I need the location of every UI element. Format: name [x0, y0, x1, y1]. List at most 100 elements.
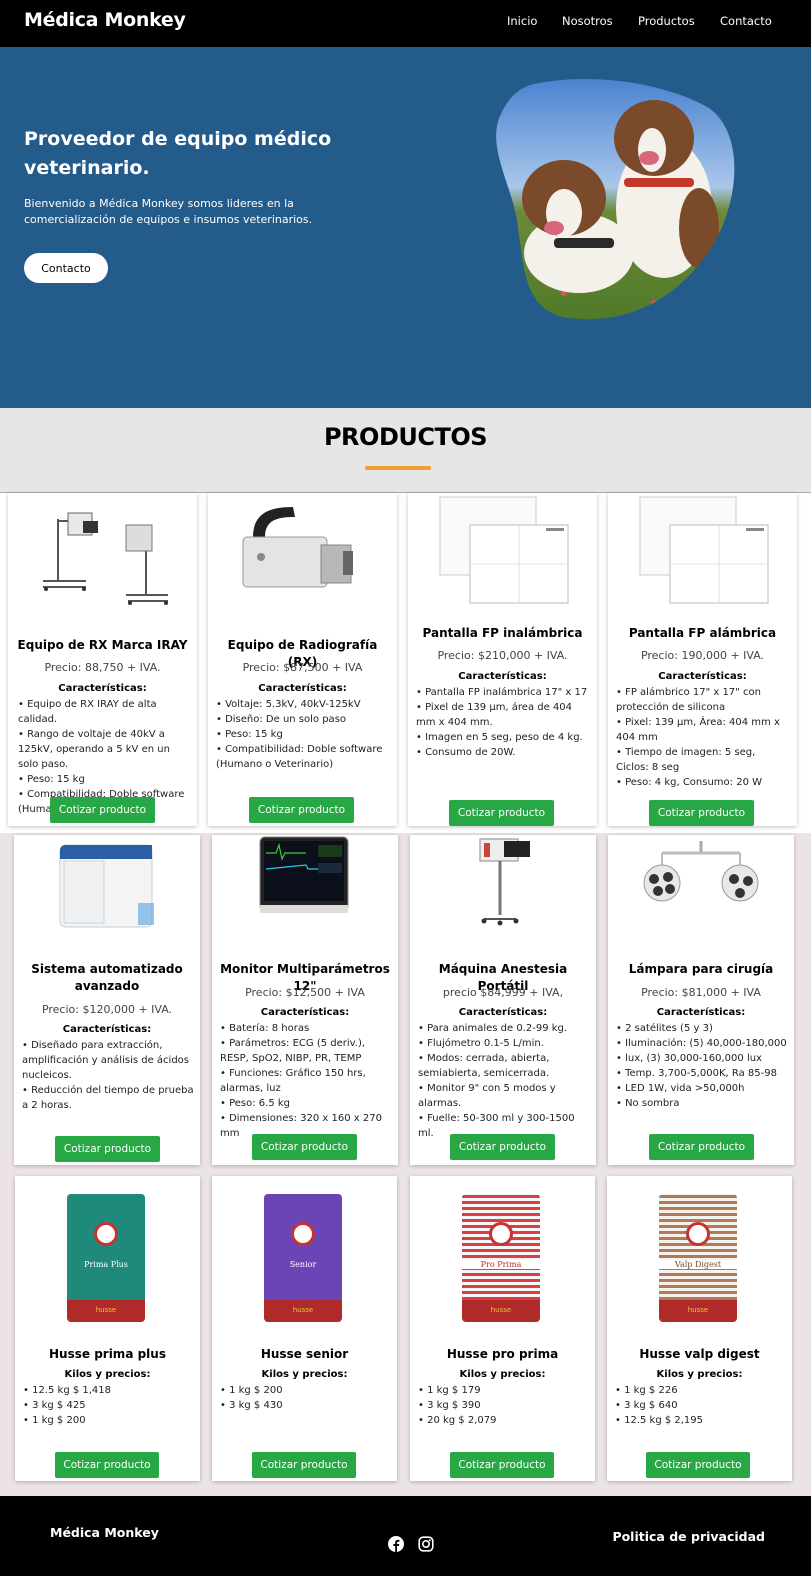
product-card-6: Monitor Multiparámetros 12" Precio: $12,… [212, 835, 398, 1165]
product-card-1: Equipo de RX Marca IRAY Precio: 88,750 +… [8, 493, 197, 826]
nav-inicio[interactable]: Inicio [507, 14, 537, 28]
facebook-icon[interactable] [388, 1536, 404, 1552]
quote-button[interactable]: Cotizar producto [450, 1452, 554, 1478]
product-card-12: Valp Digest husse Husse valp digest Kilo… [607, 1176, 792, 1481]
nav-productos[interactable]: Productos [638, 14, 695, 28]
prices-heading: Kilos y precios: [64, 1369, 151, 1380]
quote-button[interactable]: Cotizar producto [55, 1452, 159, 1478]
product-price: Precio: $12,500 + IVA [245, 986, 365, 999]
quote-button[interactable]: Cotizar producto [50, 797, 155, 823]
feature-item: Parámetros: ECG (5 deriv.), RESP, SpO2, … [220, 1036, 392, 1066]
quote-button[interactable]: Cotizar producto [450, 1134, 555, 1160]
product-price: Precio: 190,000 + IVA. [640, 649, 765, 662]
dog-food-bag-image: Valp Digest husse [655, 1190, 741, 1328]
features-heading: Características: [658, 671, 747, 682]
product-title: Pantalla FP inalámbrica [422, 626, 583, 640]
product-price: Precio: $120,000 + IVA. [41, 1003, 173, 1016]
feature-item: LED 1W, vida >50,000h [616, 1081, 788, 1096]
quote-button[interactable]: Cotizar producto [252, 1452, 356, 1478]
dog-food-bag-image: Pro Prima husse [458, 1190, 544, 1328]
bag-body [659, 1194, 737, 1312]
bag-label: Senior [289, 1260, 317, 1269]
feature-item: Diseñado para extracción, amplificación … [22, 1038, 194, 1083]
prices-list: 12.5 kg $ 1,418 3 kg $ 425 1 kg $ 200 [23, 1383, 194, 1428]
prices-list: 1 kg $ 179 3 kg $ 390 20 kg $ 2,079 [418, 1383, 589, 1428]
product-card-8: Lámpara para cirugía Precio: $81,000 + I… [608, 835, 794, 1165]
bag-label: Prima Plus [84, 1260, 128, 1269]
product-price: Precio: $81,000 + IVA [641, 986, 761, 999]
features-list: Voltaje: 5.3kV, 40kV-125kV Diseño: De un… [216, 697, 391, 772]
flat-panel-image [439, 496, 569, 604]
feature-item: Compatibilidad: Doble software (Humano o… [216, 742, 391, 772]
hero-dogs-image [496, 78, 735, 320]
xray-stand-image [43, 512, 168, 605]
footer: Médica Monkey Politica de privacidad [0, 1496, 811, 1576]
product-card-9: Prima Plus husse Husse prima plus Kilos … [15, 1176, 200, 1481]
product-title: Lámpara para cirugía [628, 962, 774, 976]
bag-brand: husse [687, 1306, 709, 1314]
quote-button[interactable]: Cotizar producto [252, 1134, 357, 1160]
quote-button[interactable]: Cotizar producto [249, 797, 354, 823]
feature-item: Peso: 15 kg [216, 727, 391, 742]
flat-panel-image [639, 496, 769, 604]
bag-brand: husse [95, 1306, 117, 1314]
privacy-policy-link[interactable]: Politica de privacidad [612, 1529, 765, 1544]
bag-brand: husse [292, 1306, 314, 1314]
feature-item: Temp. 3,700-5,000K, Ra 85-98 [616, 1066, 788, 1081]
hero-title: Proveedor de equipo médico veterinario. [24, 128, 332, 179]
anesthesia-machine-image [479, 838, 530, 926]
price-item: 3 kg $ 640 [615, 1398, 786, 1413]
bag-label: Valp Digest [655, 1260, 741, 1269]
product-card-7: Máquina Anestesia Portátil precio $84,99… [410, 835, 596, 1165]
quote-button[interactable]: Cotizar producto [649, 1134, 754, 1160]
price-item: 1 kg $ 179 [418, 1383, 589, 1398]
quote-button[interactable]: Cotizar producto [649, 800, 754, 826]
feature-item: Modos: cerrada, abierta, semiabierta, se… [418, 1051, 590, 1081]
product-title: Husse valp digest [639, 1347, 760, 1361]
instagram-icon[interactable] [418, 1536, 434, 1552]
product-card-4: Pantalla FP alámbrica Precio: 190,000 + … [608, 493, 797, 826]
price-item: 12.5 kg $ 2,195 [615, 1413, 786, 1428]
dog-logo-icon [291, 1222, 315, 1246]
feature-item: FP alámbrico 17" x 17" con protección de… [616, 685, 791, 715]
features-heading: Características: [458, 1007, 548, 1018]
bag-brand: husse [490, 1306, 512, 1314]
surgical-lamp-image [643, 841, 759, 902]
hero-contact-button[interactable]: Contacto [24, 253, 108, 283]
dog-logo-icon [686, 1222, 710, 1246]
prices-list: 1 kg $ 200 3 kg $ 430 [220, 1383, 391, 1413]
feature-item: Pixel de 139 µm, área de 404 mm x 404 mm… [416, 700, 591, 730]
brand-logo[interactable]: Médica Monkey [24, 9, 186, 31]
features-heading: Características: [656, 1007, 746, 1018]
price-item: 1 kg $ 200 [23, 1413, 194, 1428]
feature-item: Tiempo de imagen: 5 seg, Ciclos: 8 seg [616, 745, 791, 775]
features-list: Pantalla FP inalámbrica 17" x 17 Pixel d… [416, 685, 591, 760]
feature-item: Voltaje: 5.3kV, 40kV-125kV [216, 697, 391, 712]
quote-button[interactable]: Cotizar producto [646, 1452, 750, 1478]
feature-item: Diseño: De un solo paso [216, 712, 391, 727]
product-price: precio $84,999 + IVA, [442, 986, 564, 999]
features-heading: Características: [258, 683, 347, 694]
feature-item: 2 satélites (5 y 3) [616, 1021, 788, 1036]
feature-item: Pantalla FP inalámbrica 17" x 17 [416, 685, 591, 700]
product-card-2: Equipo de Radiografía (RX) Precio: $87,5… [208, 493, 397, 826]
product-title: Pantalla FP alámbrica [628, 626, 777, 640]
feature-item: Peso: 6.5 kg [220, 1096, 392, 1111]
nav-contacto[interactable]: Contacto [720, 14, 772, 28]
feature-item: Monitor 9" con 5 modos y alarmas. [418, 1081, 590, 1111]
product-card-10: Senior husse Husse senior Kilos y precio… [212, 1176, 397, 1481]
prices-heading: Kilos y precios: [459, 1369, 546, 1380]
quote-button[interactable]: Cotizar producto [55, 1136, 160, 1162]
footer-brand: Médica Monkey [50, 1525, 159, 1540]
product-price: Precio: $210,000 + IVA. [437, 649, 568, 662]
feature-item: Batería: 8 horas [220, 1021, 392, 1036]
lab-analyzer-image [59, 844, 154, 928]
feature-item: Funciones: Gráfico 150 hrs, alarmas, luz [220, 1066, 392, 1096]
price-item: 3 kg $ 430 [220, 1398, 391, 1413]
feature-item: lux, (3) 30,000-160,000 lux [616, 1051, 788, 1066]
hero-section: Proveedor de equipo médico veterinario. … [0, 47, 811, 408]
bag-body [462, 1194, 540, 1312]
features-heading: Características: [58, 683, 147, 694]
quote-button[interactable]: Cotizar producto [449, 800, 554, 826]
nav-nosotros[interactable]: Nosotros [562, 14, 613, 28]
